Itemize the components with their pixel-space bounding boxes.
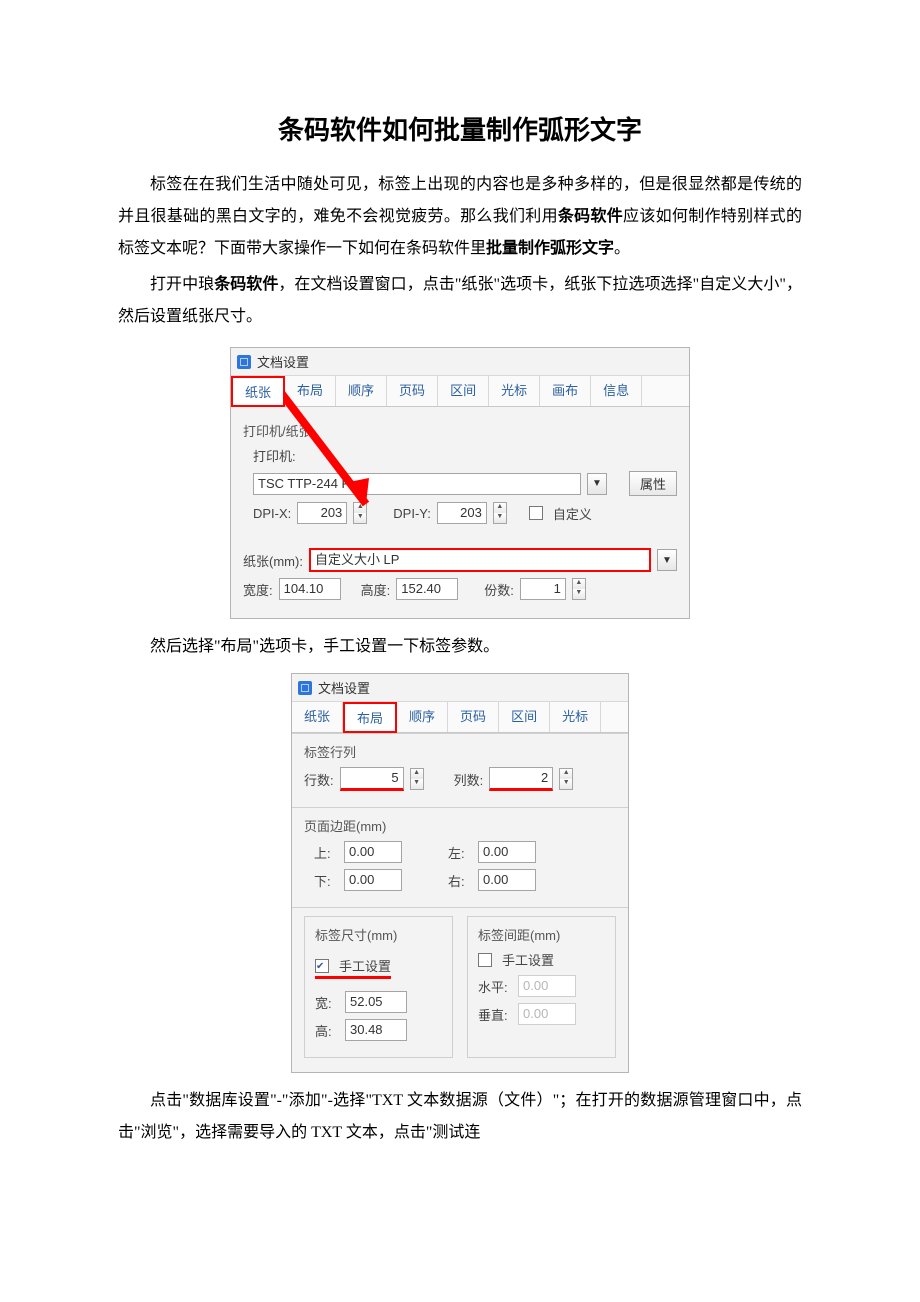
tab-range[interactable]: 区间 — [499, 702, 550, 732]
cols-spinner[interactable]: ▲▼ — [559, 768, 573, 790]
tab-range[interactable]: 区间 — [438, 376, 489, 406]
dialog-title: 文档设置 — [257, 352, 309, 371]
dialog-body: 打印机/纸张 打印机: TSC TTP-244 Pro ▼ 属性 DPI-X: … — [231, 407, 689, 618]
margin-group: 页面边距(mm) 上: 0.00 左: 0.00 下: 0.00 右: 0.00 — [292, 807, 628, 907]
dropdown-icon[interactable]: ▼ — [657, 549, 677, 571]
rowscols-label: 标签行列 — [304, 742, 616, 761]
bottom-input[interactable]: 0.00 — [344, 869, 402, 891]
paragraph-1: 标签在在我们生活中随处可见，标签上出现的内容也是多种多样的，但是很显然都是传统的… — [118, 169, 802, 265]
dialog-title-bar: 文档设置 — [292, 674, 628, 702]
paper-size-dropdown[interactable]: 自定义大小 LP — [309, 548, 651, 572]
dpiy-spinner[interactable]: ▲▼ — [493, 502, 507, 524]
bottom-label: 下: — [314, 871, 338, 890]
vgap-label: 垂直: — [478, 1005, 512, 1024]
height-label: 高度: — [361, 580, 391, 599]
properties-button[interactable]: 属性 — [629, 471, 677, 496]
tab-layout[interactable]: 布局 — [343, 702, 397, 733]
dpiy-input[interactable]: 203 — [437, 502, 487, 524]
app-icon — [237, 355, 251, 369]
h-label: 高: — [315, 1021, 339, 1040]
tab-cursor[interactable]: 光标 — [550, 702, 601, 732]
size-gap-group: 标签尺寸(mm) 手工设置 宽: 52.05 高: 30.48 — [292, 907, 628, 1072]
dpiy-label: DPI-Y: — [393, 506, 431, 521]
page-title: 条码软件如何批量制作弧形文字 — [118, 110, 802, 147]
tab-canvas[interactable]: 画布 — [540, 376, 591, 406]
paragraph-3: 然后选择"布局"选项卡，手工设置一下标签参数。 — [118, 631, 802, 663]
printer-label: 打印机: — [253, 446, 677, 465]
left-label: 左: — [448, 843, 472, 862]
document-settings-dialog-2: 文档设置 纸张 布局 顺序 页码 区间 光标 标签行列 行数: 5 ▲▼ 列数:… — [291, 673, 629, 1073]
w-input[interactable]: 52.05 — [345, 991, 407, 1013]
cols-input[interactable]: 2 — [489, 767, 553, 791]
hgap-label: 水平: — [478, 977, 512, 996]
tab-layout[interactable]: 布局 — [285, 376, 336, 406]
width-input[interactable]: 104.10 — [279, 578, 341, 600]
right-input[interactable]: 0.00 — [478, 869, 536, 891]
app-icon — [298, 681, 312, 695]
rowscols-group: 标签行列 行数: 5 ▲▼ 列数: 2 ▲▼ — [292, 733, 628, 807]
manual-size-checkbox[interactable] — [315, 959, 329, 973]
dialog-title: 文档设置 — [318, 678, 370, 697]
tabs-bar: 纸张 布局 顺序 页码 区间 光标 — [292, 702, 628, 733]
top-input[interactable]: 0.00 — [344, 841, 402, 863]
tab-order[interactable]: 顺序 — [397, 702, 448, 732]
label-size-box: 标签尺寸(mm) 手工设置 宽: 52.05 高: 30.48 — [304, 916, 453, 1058]
custom-dpi-checkbox[interactable] — [529, 506, 543, 520]
vgap-input: 0.00 — [518, 1003, 576, 1025]
hgap-input: 0.00 — [518, 975, 576, 997]
tab-order[interactable]: 顺序 — [336, 376, 387, 406]
rows-label: 行数: — [304, 770, 334, 789]
tab-paper[interactable]: 纸张 — [231, 376, 285, 407]
tab-pagenum[interactable]: 页码 — [448, 702, 499, 732]
screenshot-2: 文档设置 纸张 布局 顺序 页码 区间 光标 标签行列 行数: 5 ▲▼ 列数:… — [118, 673, 802, 1073]
tab-cursor[interactable]: 光标 — [489, 376, 540, 406]
right-label: 右: — [448, 871, 472, 890]
text: 打开中琅 — [150, 276, 214, 293]
copies-label: 份数: — [484, 580, 514, 599]
manual-gap-label: 手工设置 — [502, 950, 554, 969]
dialog-title-bar: 文档设置 — [231, 348, 689, 376]
printer-section-label: 打印机/纸张 — [243, 421, 677, 440]
paragraph-2: 打开中琅条码软件，在文档设置窗口，点击"纸张"选项卡，纸张下拉选项选择"自定义大… — [118, 269, 802, 333]
size-label: 标签尺寸(mm) — [315, 925, 442, 944]
manual-gap-checkbox[interactable] — [478, 953, 492, 967]
rows-input[interactable]: 5 — [340, 767, 404, 791]
paper-label: 纸张(mm): — [243, 551, 303, 570]
bold-text: 条码软件 — [558, 208, 623, 225]
manual-size-label: 手工设置 — [339, 956, 391, 975]
screenshot-1: 文档设置 纸张 布局 顺序 页码 区间 光标 画布 信息 打印机/纸张 打印机:… — [118, 347, 802, 619]
left-input[interactable]: 0.00 — [478, 841, 536, 863]
margin-label: 页面边距(mm) — [304, 816, 616, 835]
dpix-spinner[interactable]: ▲▼ — [353, 502, 367, 524]
cols-label: 列数: — [454, 770, 484, 789]
gap-label: 标签间距(mm) — [478, 925, 605, 944]
dpix-label: DPI-X: — [253, 506, 291, 521]
dpix-input[interactable]: 203 — [297, 502, 347, 524]
w-label: 宽: — [315, 993, 339, 1012]
paragraph-4: 点击"数据库设置"-"添加"-选择"TXT 文本数据源（文件）"；在打开的数据源… — [118, 1085, 802, 1149]
tab-paper[interactable]: 纸张 — [292, 702, 343, 732]
label-gap-box: 标签间距(mm) 手工设置 水平: 0.00 垂直: 0.00 — [467, 916, 616, 1058]
printer-dropdown[interactable]: TSC TTP-244 Pro — [253, 473, 581, 495]
h-input[interactable]: 30.48 — [345, 1019, 407, 1041]
tabs-bar: 纸张 布局 顺序 页码 区间 光标 画布 信息 — [231, 376, 689, 407]
height-input[interactable]: 152.40 — [396, 578, 458, 600]
document-settings-dialog: 文档设置 纸张 布局 顺序 页码 区间 光标 画布 信息 打印机/纸张 打印机:… — [230, 347, 690, 619]
custom-dpi-label: 自定义 — [553, 504, 592, 523]
tab-info[interactable]: 信息 — [591, 376, 642, 406]
bold-text: 条码软件 — [214, 276, 278, 293]
tab-pagenum[interactable]: 页码 — [387, 376, 438, 406]
width-label: 宽度: — [243, 580, 273, 599]
document-page: 条码软件如何批量制作弧形文字 标签在在我们生活中随处可见，标签上出现的内容也是多… — [0, 0, 920, 1193]
text: 。 — [614, 240, 630, 257]
copies-input[interactable]: 1 — [520, 578, 566, 600]
dropdown-icon[interactable]: ▼ — [587, 473, 607, 495]
rows-spinner[interactable]: ▲▼ — [410, 768, 424, 790]
bold-text: 批量制作弧形文字 — [486, 240, 614, 257]
copies-spinner[interactable]: ▲▼ — [572, 578, 586, 600]
top-label: 上: — [314, 843, 338, 862]
